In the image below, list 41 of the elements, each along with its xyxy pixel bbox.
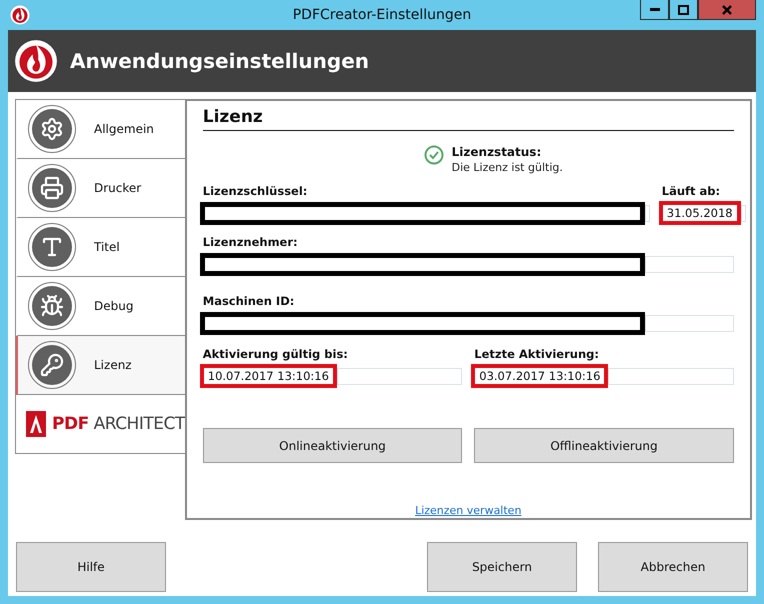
date-field[interactable]: 03.07.2017 13:10:16	[471, 364, 608, 388]
field-label: Lizenznehmer:	[202, 235, 299, 249]
sidebar-label: Lizenz	[94, 358, 132, 372]
printer-icon	[28, 164, 76, 212]
save-button[interactable]: Speichern	[427, 542, 577, 592]
field-label: Läuft ab:	[662, 184, 722, 198]
close-button[interactable]	[698, 0, 756, 20]
manage-licenses-link[interactable]: Lizenzen verwalten	[415, 504, 522, 517]
flame-logo-icon	[14, 39, 58, 83]
section-title: Lizenz	[202, 107, 734, 131]
minimize-icon	[650, 8, 660, 11]
field-label: Aktivierung gültig bis:	[202, 347, 349, 361]
maximize-button[interactable]	[669, 0, 698, 20]
close-icon	[722, 4, 732, 14]
cancel-button[interactable]: Abbrechen	[598, 542, 748, 592]
bug-icon	[28, 282, 76, 330]
logo-icon	[26, 411, 46, 437]
sidebar-item[interactable]: Lizenz	[16, 336, 185, 395]
sidebar-label: Titel	[94, 240, 120, 254]
gear-icon	[28, 105, 76, 153]
letter-t-icon	[28, 223, 76, 271]
maximize-icon	[678, 4, 689, 14]
header-title: Anwendungseinstellungen	[70, 49, 370, 73]
key-icon	[28, 341, 76, 389]
window-title: PDFCreator-Einstellungen	[292, 7, 472, 23]
activation-button[interactable]: Onlineaktivierung	[202, 428, 462, 463]
field-label: Lizenzschlüssel:	[202, 184, 308, 198]
flame-logo-icon	[10, 5, 30, 25]
date-field[interactable]: 31.05.2018	[658, 201, 741, 225]
date-field[interactable]: 10.07.2017 13:10:16	[200, 364, 337, 388]
brand-name: PDF ARCHITECT	[52, 414, 185, 434]
status-message: Die Lizenz ist gültig.	[452, 161, 563, 174]
field-label: Letzte Aktivierung:	[474, 347, 600, 361]
help-button[interactable]: Hilfe	[16, 542, 166, 592]
minimize-button[interactable]	[640, 0, 669, 20]
activation-button[interactable]: Offlineaktivierung	[474, 428, 734, 463]
field-label: Maschinen ID:	[202, 294, 296, 308]
sidebar-label: Debug	[94, 299, 134, 313]
sidebar-label: Allgemein	[94, 122, 154, 136]
status-label: Lizenzstatus:	[452, 145, 542, 159]
sidebar-label: Drucker	[94, 181, 142, 195]
